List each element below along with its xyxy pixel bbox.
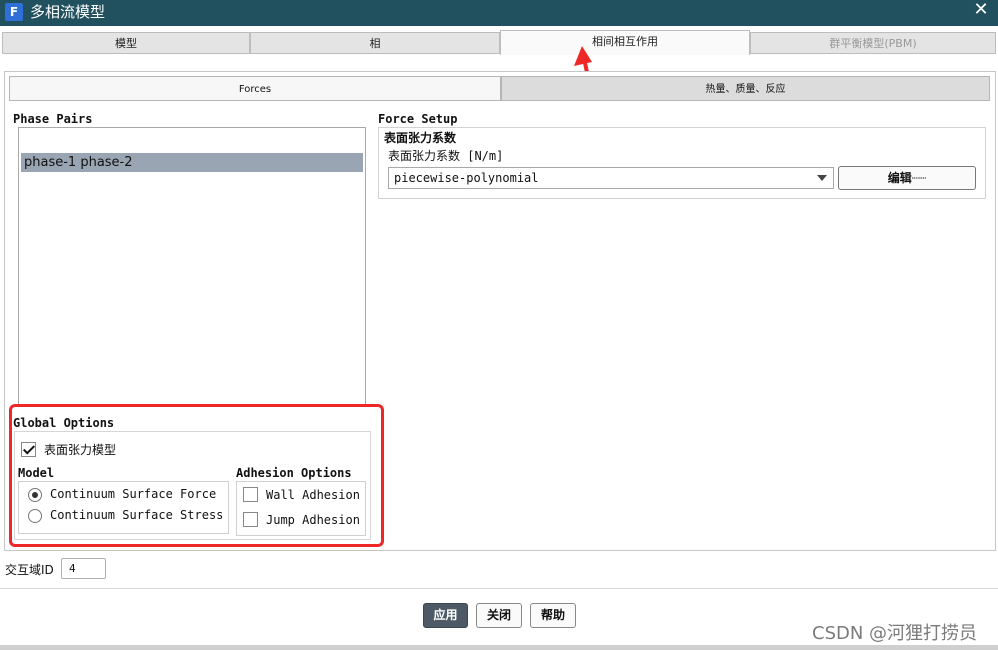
app-logo-icon: F [5, 3, 23, 21]
phase-pairs-title: Phase Pairs [13, 112, 93, 126]
surface-tension-method-select[interactable]: piecewise-polynomial [388, 167, 834, 189]
title-bar: F 多相流模型 ✕ [0, 0, 998, 26]
model-title: Model [18, 466, 55, 480]
surface-tension-coefficient-label: 表面张力系数 [N/m] [388, 149, 504, 163]
css-label: Continuum Surface Stress [50, 508, 224, 522]
help-button[interactable]: 帮助 [530, 603, 576, 628]
tab-population-balance[interactable]: 群平衡模型(PBM) [750, 32, 996, 54]
surface-tension-model-checkbox[interactable] [21, 442, 36, 457]
csf-radio[interactable] [28, 488, 42, 502]
close-button[interactable]: 关闭 [476, 603, 522, 628]
surface-tension-method-value: piecewise-polynomial [394, 171, 539, 185]
interface-id-label: 交互域ID [5, 563, 54, 577]
tab-phase-interaction[interactable]: 相间相互作用 [500, 30, 750, 55]
csf-label: Continuum Surface Force [50, 487, 217, 501]
jump-adhesion-checkbox[interactable] [243, 512, 258, 527]
css-radio[interactable] [28, 509, 42, 523]
force-setup-title: Force Setup [378, 112, 458, 126]
global-options-title: Global Options [13, 416, 115, 430]
footer-divider [0, 588, 998, 589]
tab-model[interactable]: 模型 [2, 32, 250, 54]
apply-button[interactable]: 应用 [423, 603, 468, 628]
window-title: 多相流模型 [30, 3, 106, 21]
edit-button[interactable]: 编辑┈┈ [838, 166, 976, 190]
subtab-forces[interactable]: Forces [9, 76, 501, 101]
adhesion-options-title: Adhesion Options [236, 466, 352, 480]
wall-adhesion-checkbox[interactable] [243, 487, 258, 502]
subtab-heat-mass-reactions[interactable]: 热量、质量、反应 [501, 76, 990, 101]
wall-adhesion-label: Wall Adhesion [266, 488, 360, 502]
close-icon[interactable]: ✕ [970, 0, 992, 22]
interface-id-input[interactable]: 4 [61, 558, 106, 579]
watermark: CSDN @河狸打捞员 [812, 623, 978, 644]
surface-tension-model-label: 表面张力模型 [44, 443, 117, 457]
phase-pairs-list[interactable]: phase-1 phase-2 [18, 127, 366, 407]
list-item[interactable]: phase-1 phase-2 [21, 153, 363, 172]
bottom-strip [0, 645, 998, 650]
chevron-down-icon [817, 175, 827, 181]
surface-tension-group-title: 表面张力系数 [384, 131, 457, 145]
tab-phases[interactable]: 相 [250, 32, 500, 54]
jump-adhesion-label: Jump Adhesion [266, 513, 360, 527]
